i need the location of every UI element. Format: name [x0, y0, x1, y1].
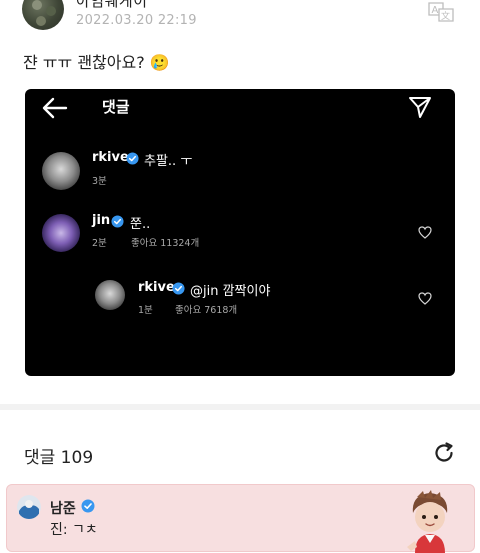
post-header: 아임웨게이 - 2022.03.20 22:19 A 文	[0, 0, 480, 40]
section-divider	[0, 404, 480, 410]
comment-text: @jin 깜짝이야	[190, 284, 271, 299]
verified-badge-icon	[111, 215, 124, 228]
author-name[interactable]: 아임웨게이	[76, 0, 148, 11]
verified-badge-icon	[81, 499, 95, 513]
verified-badge-icon	[172, 282, 185, 295]
translate-icon[interactable]: A 文	[426, 1, 456, 23]
post-timestamp: 2022.03.20 22:19	[76, 13, 197, 28]
author-more-indicator: -	[160, 0, 165, 6]
comment-time: 1분	[138, 305, 153, 316]
comment-time: 2분	[92, 238, 107, 249]
character-sticker-icon	[407, 490, 448, 553]
comment-text: 쭌..	[130, 217, 151, 232]
comment-text: 추팔.. ㅜ	[144, 154, 193, 169]
back-arrow-icon	[42, 97, 68, 119]
comment-likes: 좋아요 7618개	[175, 305, 238, 316]
heart-icon	[418, 292, 432, 305]
refresh-icon[interactable]	[432, 441, 456, 465]
svg-text:文: 文	[441, 10, 450, 22]
heart-icon	[418, 226, 432, 239]
comment-time: 3분	[92, 176, 107, 187]
send-icon	[409, 97, 431, 118]
embedded-screenshot: 댓글 rkive 추팔.. ㅜ 3분 jin 쭌.. 2분 좋아요 11324개…	[25, 89, 455, 376]
comment-avatar-jin	[42, 214, 80, 252]
comment-likes: 좋아요 11324개	[131, 238, 200, 249]
comment-avatar-rkive	[42, 152, 80, 190]
svg-text:A: A	[432, 5, 439, 16]
comment-avatar-rkive	[95, 280, 125, 310]
comment-username: jin	[92, 213, 111, 228]
post-body-text: 쟌 ㅠㅠ 괜찮아요? 🥲	[23, 53, 170, 72]
commenter-avatar[interactable]	[17, 495, 41, 519]
comment-text: 진: ㄱㅊ	[50, 522, 98, 538]
comment-username: rkive	[92, 150, 129, 165]
commenter-name[interactable]: 남준	[50, 498, 76, 518]
comments-count-title: 댓글 109	[24, 448, 94, 468]
artist-comment-card[interactable]: 남준 진: ㄱㅊ	[6, 484, 475, 553]
commenter-avatar-image	[17, 495, 41, 519]
comment-username: rkive	[138, 280, 175, 295]
embed-title: 댓글	[102, 98, 130, 116]
author-avatar[interactable]	[22, 0, 64, 30]
verified-badge-icon	[126, 152, 139, 165]
